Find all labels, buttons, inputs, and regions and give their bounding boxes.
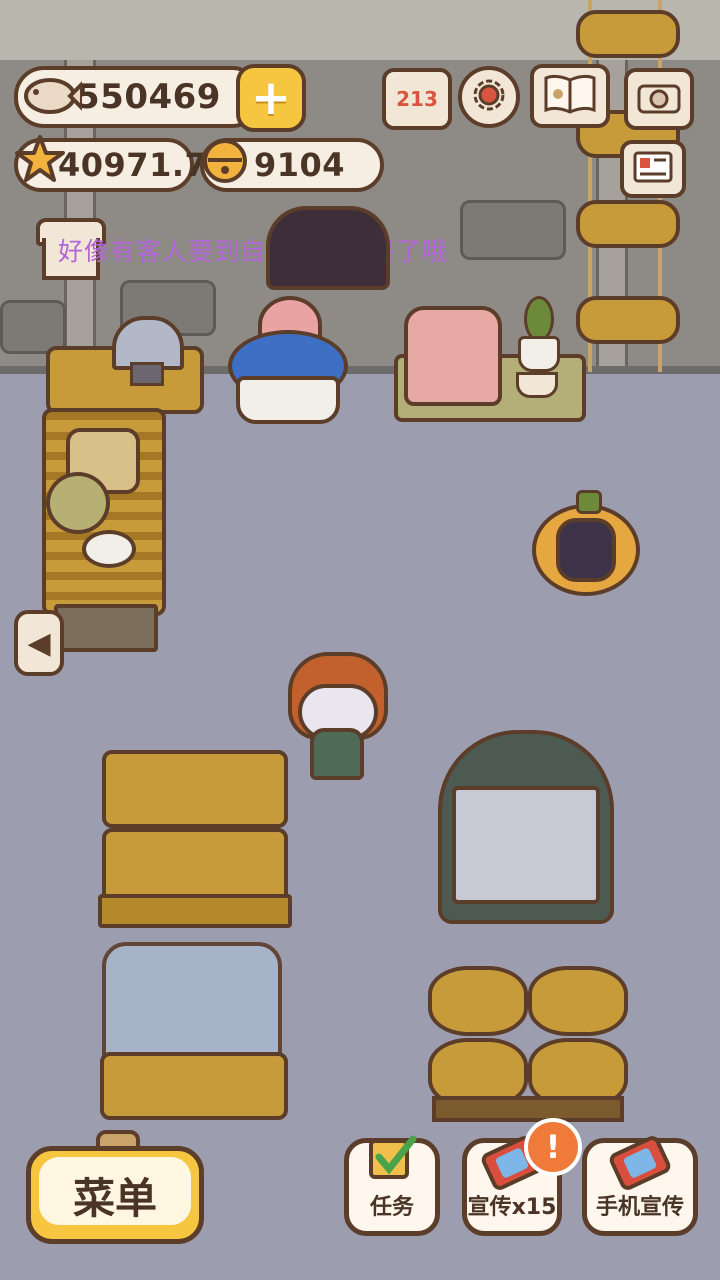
- task-label: 任务: [369, 1195, 414, 1220]
- dragon-fruit-stand[interactable]: [428, 966, 628, 1124]
- chevron-left-icon: ◀: [27, 625, 51, 661]
- star-count: 40971.7: [58, 146, 208, 184]
- table-base: [54, 604, 158, 652]
- bell-count: 9104: [254, 146, 346, 184]
- camera-button[interactable]: [624, 68, 694, 130]
- drink-fridge[interactable]: [438, 730, 614, 926]
- settings-button[interactable]: [458, 66, 520, 128]
- star-icon: [14, 134, 66, 190]
- bell-currency: 9104: [200, 138, 384, 192]
- promo-label: 宣传x15: [467, 1195, 557, 1220]
- pumpkin-grape-decor[interactable]: [532, 490, 640, 596]
- plus-icon: +: [250, 70, 292, 126]
- juice-shelf[interactable]: [98, 738, 292, 928]
- wall-stone: [460, 200, 566, 260]
- menu-button[interactable]: 菜单: [26, 1146, 204, 1244]
- ranking-icon: 213: [396, 87, 438, 111]
- menu-label: 菜单: [72, 1173, 157, 1223]
- guide-book-icon: [542, 74, 598, 118]
- settings-gear-icon: [471, 77, 507, 117]
- camera-icon: [637, 80, 681, 118]
- promo-alert-badge: !: [524, 1118, 582, 1176]
- ranking-button[interactable]: 213: [382, 68, 452, 130]
- player-cat[interactable]: [282, 644, 392, 780]
- star-currency: 40971.7: [14, 135, 207, 192]
- task-button[interactable]: 任务: [344, 1135, 440, 1236]
- task-checkbox-icon: [367, 1135, 417, 1185]
- shell-fountain[interactable]: [228, 296, 348, 424]
- scroll-left-button[interactable]: ◀: [14, 610, 64, 676]
- phone-promo-label: 手机宣传: [595, 1195, 684, 1220]
- tea-cup: [516, 372, 558, 398]
- fish-count: 550469: [76, 77, 221, 117]
- cat-sofa[interactable]: [404, 306, 502, 406]
- bell-icon: [200, 136, 250, 190]
- green-melon-bun[interactable]: [46, 472, 110, 534]
- fish-icon: [20, 66, 84, 124]
- buy-fish-button[interactable]: +: [236, 64, 306, 132]
- fish-currency: 550469: [14, 66, 262, 128]
- news-card-icon: [633, 151, 673, 187]
- potted-plant[interactable]: [514, 296, 560, 372]
- news-card-button[interactable]: [620, 140, 686, 198]
- phone-icon: [607, 1133, 673, 1193]
- guide-book-button[interactable]: [530, 64, 610, 128]
- cake-dome[interactable]: [112, 310, 184, 386]
- wall-painting[interactable]: [266, 206, 390, 290]
- sushi-plate[interactable]: [82, 530, 136, 568]
- phone-promo-button[interactable]: 手机宣传: [582, 1133, 698, 1236]
- ice-cream-case[interactable]: [100, 942, 288, 1120]
